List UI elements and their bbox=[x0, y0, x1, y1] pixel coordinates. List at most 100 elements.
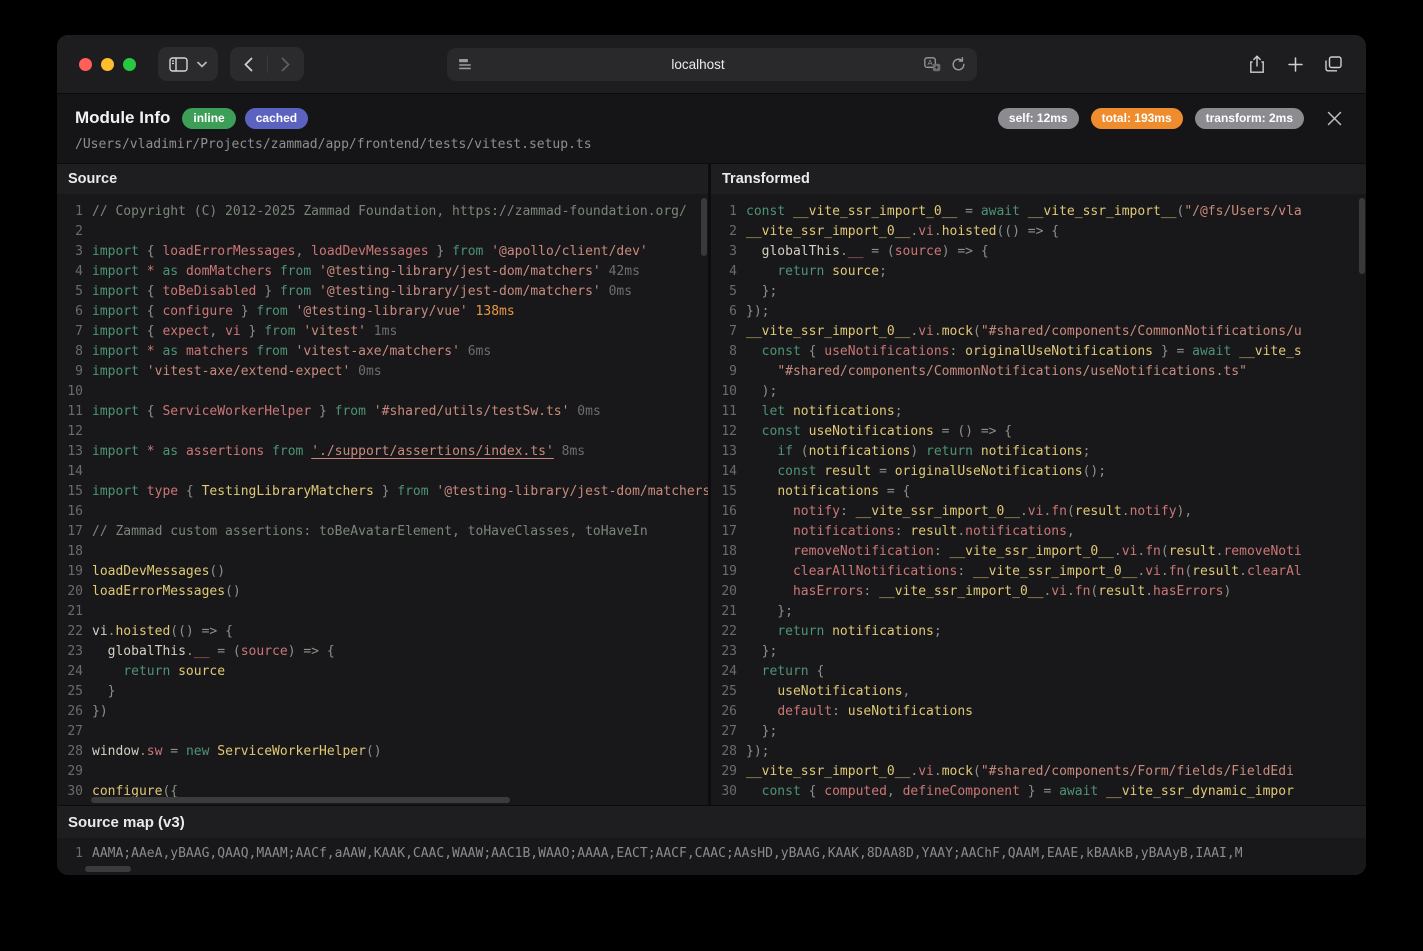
line-number: 13 bbox=[711, 442, 737, 462]
line-number: 30 bbox=[57, 782, 83, 802]
minimize-window-button[interactable] bbox=[101, 58, 114, 71]
code-line: 8import * as matchers from 'vitest-axe/m… bbox=[57, 342, 708, 362]
timing-badges: self: 12mstotal: 193mstransform: 2ms bbox=[998, 108, 1304, 129]
code-line: 25 useNotifications, bbox=[711, 682, 1366, 702]
timing-badge: transform: 2ms bbox=[1195, 108, 1304, 129]
close-window-button[interactable] bbox=[79, 58, 92, 71]
line-number: 14 bbox=[57, 462, 83, 482]
code-line: 29__vite_ssr_import_0__.vi.mock("#shared… bbox=[711, 762, 1366, 782]
line-number: 22 bbox=[711, 622, 737, 642]
url-text[interactable]: localhost bbox=[473, 57, 924, 72]
line-number: 8 bbox=[57, 342, 83, 362]
code-line: 15 notifications = { bbox=[711, 482, 1366, 502]
code-line: 5 }; bbox=[711, 282, 1366, 302]
line-number: 17 bbox=[711, 522, 737, 542]
line-number: 30 bbox=[711, 782, 737, 802]
line-number: 11 bbox=[57, 402, 83, 422]
line-number: 24 bbox=[57, 662, 83, 682]
tab-overview-button[interactable] bbox=[1318, 49, 1348, 79]
line-number: 28 bbox=[57, 742, 83, 762]
line-number: 15 bbox=[57, 482, 83, 502]
tabs-icon bbox=[1325, 56, 1342, 72]
line-number: 6 bbox=[57, 302, 83, 322]
module-link[interactable]: './support/assertions/index.ts' bbox=[311, 444, 554, 459]
source-panel: Source 1// Copyright (C) 2012-2025 Zamma… bbox=[57, 164, 708, 805]
line-number: 3 bbox=[57, 242, 83, 262]
timing-badge: self: 12ms bbox=[998, 108, 1079, 129]
code-line: 3import { loadErrorMessages, loadDevMess… bbox=[57, 242, 708, 262]
module-badges: inlinecached bbox=[182, 108, 308, 129]
line-number: 21 bbox=[711, 602, 737, 622]
new-tab-button[interactable] bbox=[1280, 49, 1310, 79]
code-line: 7import { expect, vi } from 'vitest' 1ms bbox=[57, 322, 708, 342]
source-horizontal-scrollbar[interactable] bbox=[91, 797, 510, 803]
chevron-right-icon bbox=[281, 57, 290, 72]
code-line: 5import { toBeDisabled } from '@testing-… bbox=[57, 282, 708, 302]
sourcemap-horizontal-scrollbar[interactable] bbox=[85, 866, 131, 872]
line-number: 9 bbox=[711, 362, 737, 382]
line-number: 7 bbox=[711, 322, 737, 342]
source-vertical-scrollbar[interactable] bbox=[701, 198, 707, 256]
zoom-window-button[interactable] bbox=[123, 58, 136, 71]
code-line: 1// Copyright (C) 2012-2025 Zammad Found… bbox=[57, 202, 708, 222]
url-bar[interactable]: localhost A ✦ bbox=[447, 48, 977, 81]
source-code: 1// Copyright (C) 2012-2025 Zammad Found… bbox=[57, 194, 708, 805]
code-line: 11 let notifications; bbox=[711, 402, 1366, 422]
close-icon bbox=[1327, 111, 1342, 126]
line-number: 15 bbox=[711, 482, 737, 502]
code-line: 10 bbox=[57, 382, 708, 402]
line-number: 14 bbox=[711, 462, 737, 482]
code-line: 27 }; bbox=[711, 722, 1366, 742]
transformed-code: 1const __vite_ssr_import_0__ = await __v… bbox=[711, 194, 1366, 805]
module-badge: cached bbox=[245, 108, 308, 129]
translate-icon[interactable]: A ✦ bbox=[924, 57, 941, 72]
sidebar-toggle-button[interactable] bbox=[158, 47, 218, 81]
line-number: 16 bbox=[711, 502, 737, 522]
code-line: 19 clearAllNotifications: __vite_ssr_imp… bbox=[711, 562, 1366, 582]
line-number: 4 bbox=[57, 262, 83, 282]
source-panel-header: Source bbox=[57, 164, 708, 194]
code-line: 17 notifications: result.notifications, bbox=[711, 522, 1366, 542]
code-line: 2__vite_ssr_import_0__.vi.hoisted(() => … bbox=[711, 222, 1366, 242]
line-number: 19 bbox=[711, 562, 737, 582]
svg-text:✦: ✦ bbox=[933, 64, 938, 71]
line-number: 21 bbox=[57, 602, 83, 622]
line-number: 28 bbox=[711, 742, 737, 762]
sourcemap-body: 1 AAMA;AAeA,yBAAG,QAAQ,MAAM;AACf,aAAW,KA… bbox=[57, 838, 1366, 875]
code-line: 12 const useNotifications = () => { bbox=[711, 422, 1366, 442]
code-line: 11import { ServiceWorkerHelper } from '#… bbox=[57, 402, 708, 422]
code-line: 19loadDevMessages() bbox=[57, 562, 708, 582]
code-line: 8 const { useNotifications: originalUseN… bbox=[711, 342, 1366, 362]
code-line: 18 bbox=[57, 542, 708, 562]
code-line: 2 bbox=[57, 222, 708, 242]
line-number: 2 bbox=[711, 222, 737, 242]
transformed-vertical-scrollbar[interactable] bbox=[1359, 198, 1365, 274]
close-button[interactable] bbox=[1322, 106, 1346, 130]
code-line: 6import { configure } from '@testing-lib… bbox=[57, 302, 708, 322]
forward-button[interactable] bbox=[269, 47, 303, 81]
traffic-lights bbox=[79, 58, 136, 71]
sourcemap-mappings: AAMA;AAeA,yBAAG,QAAQ,MAAM;AACf,aAAW,KAAK… bbox=[83, 844, 1366, 875]
reload-icon[interactable] bbox=[951, 57, 966, 72]
browser-toolbar: localhost A ✦ bbox=[57, 35, 1366, 93]
reader-icon[interactable] bbox=[458, 58, 473, 71]
line-number: 12 bbox=[711, 422, 737, 442]
line-number: 26 bbox=[711, 702, 737, 722]
code-line: 28window.sw = new ServiceWorkerHelper() bbox=[57, 742, 708, 762]
sourcemap-title: Source map (v3) bbox=[68, 814, 185, 831]
share-button[interactable] bbox=[1242, 49, 1272, 79]
nav-divider bbox=[267, 55, 268, 73]
code-line: 20loadErrorMessages() bbox=[57, 582, 708, 602]
sourcemap-header: Source map (v3) bbox=[57, 806, 1366, 838]
code-line: 21 }; bbox=[711, 602, 1366, 622]
chevron-down-icon bbox=[197, 61, 207, 68]
svg-text:A: A bbox=[927, 58, 932, 67]
share-icon bbox=[1249, 55, 1265, 74]
code-line: 26}) bbox=[57, 702, 708, 722]
line-number: 22 bbox=[57, 622, 83, 642]
plus-icon bbox=[1288, 57, 1303, 72]
sourcemap-line-number: 1 bbox=[57, 844, 83, 875]
line-number: 3 bbox=[711, 242, 737, 262]
back-button[interactable] bbox=[231, 47, 265, 81]
line-number: 23 bbox=[711, 642, 737, 662]
